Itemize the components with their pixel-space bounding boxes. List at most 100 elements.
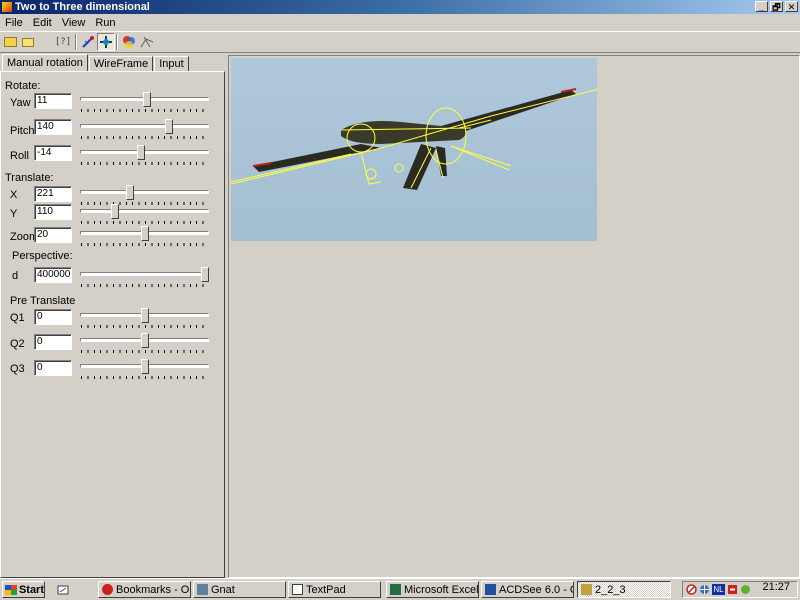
title-bar: Two to Three dimensional _ 🗗 ✕: [0, 0, 800, 14]
slider-thumb[interactable]: [141, 226, 149, 241]
x-input[interactable]: 221: [34, 186, 72, 202]
yaw-label: Yaw: [10, 97, 31, 109]
restore-button[interactable]: 🗗: [770, 1, 783, 12]
task-label: Bookmarks - Opera: [116, 583, 190, 596]
opera-icon: [102, 584, 113, 595]
q1-slider[interactable]: [80, 308, 209, 331]
slider-thumb[interactable]: [126, 185, 134, 200]
clock: 21:27: [762, 581, 790, 593]
yaw-slider[interactable]: [80, 92, 209, 115]
taskbar-item-textpad[interactable]: TextPad: [288, 581, 381, 598]
taskbar-item-gnat[interactable]: Gnat: [193, 581, 286, 598]
taskbar-item-active-app[interactable]: 2_2_3: [577, 581, 671, 598]
menu-view[interactable]: View: [57, 14, 91, 31]
zoom-input[interactable]: 20: [34, 227, 72, 243]
pitch-label: Pitch: [10, 125, 35, 137]
task-label: Microsoft Excel - ...: [404, 583, 479, 596]
language-indicator[interactable]: NL: [712, 584, 725, 595]
q1-label: Q1: [10, 312, 25, 324]
start-label: Start: [18, 583, 44, 596]
x-label: X: [10, 189, 18, 201]
bracket-icon: [?]: [54, 37, 72, 47]
task-label: TextPad: [306, 583, 346, 596]
perspective-section-label: Perspective:: [12, 250, 73, 262]
tab-manual-rotation[interactable]: Manual rotation: [2, 54, 88, 71]
close-button[interactable]: ✕: [785, 1, 798, 12]
folder-icon: [22, 37, 34, 47]
task-label: 2_2_3: [595, 583, 626, 596]
open-folder-icon: [3, 37, 17, 47]
q2-slider[interactable]: [80, 333, 209, 356]
slider-thumb[interactable]: [141, 308, 149, 323]
tab-input[interactable]: Input: [154, 56, 189, 71]
y-slider[interactable]: [80, 204, 209, 227]
tab-wireframe[interactable]: WireFrame: [88, 56, 154, 71]
toolbar-separator: [75, 34, 77, 50]
color-palette-icon: [123, 36, 135, 49]
antivirus-icon[interactable]: [727, 584, 738, 595]
manual-rotation-panel: Rotate: Yaw 11 Pitch 140 Roll -14 Transl…: [0, 71, 225, 578]
blank-button[interactable]: [37, 33, 55, 51]
translate-section-label: Translate:: [5, 172, 54, 184]
y-input[interactable]: 110: [34, 204, 72, 220]
d-input[interactable]: 400000: [34, 267, 72, 283]
rotate-tool-icon: [82, 36, 94, 48]
render-viewport[interactable]: [228, 55, 800, 578]
start-button[interactable]: Start: [2, 581, 45, 598]
move-tool-button[interactable]: [97, 33, 115, 51]
slider-thumb[interactable]: [201, 267, 209, 282]
rotate-section-label: Rotate:: [5, 80, 41, 92]
taskbar: Start Bookmarks - Opera Gnat TextPad Mic…: [0, 578, 800, 600]
help-button[interactable]: [?]: [54, 33, 72, 51]
pitch-input[interactable]: 140: [34, 119, 72, 135]
pitch-slider[interactable]: [80, 119, 209, 142]
open-button[interactable]: [1, 33, 19, 51]
color-button[interactable]: [120, 33, 138, 51]
q1-input[interactable]: 0: [34, 309, 72, 325]
taskbar-item-excel[interactable]: Microsoft Excel - ...: [386, 581, 479, 598]
minimize-button[interactable]: _: [755, 1, 768, 12]
slider-thumb[interactable]: [137, 145, 145, 160]
show-desktop-button[interactable]: [52, 581, 74, 598]
taskbar-item-acdsee[interactable]: ACDSee 6.0 - Gn...: [481, 581, 574, 598]
y-label: Y: [10, 208, 18, 220]
menu-run[interactable]: Run: [90, 14, 120, 31]
roll-slider[interactable]: [80, 145, 209, 168]
zoom-slider[interactable]: [80, 226, 209, 249]
wireframe-icon: [140, 36, 154, 48]
no-sign-icon[interactable]: [686, 584, 697, 595]
chat-icon[interactable]: [740, 584, 751, 595]
window-title: Two to Three dimensional: [15, 1, 150, 13]
network-icon[interactable]: [699, 584, 710, 595]
menu-edit[interactable]: Edit: [28, 14, 57, 31]
task-label: Gnat: [211, 583, 235, 596]
excel-icon: [390, 584, 401, 595]
acdsee-icon: [485, 584, 496, 595]
aircraft-image: [231, 58, 597, 241]
roll-input[interactable]: -14: [34, 145, 72, 161]
slider-thumb[interactable]: [141, 333, 149, 348]
rotate-tool-button[interactable]: [79, 33, 97, 51]
gnat-icon: [197, 584, 208, 595]
pretranslate-section-label: Pre Translate: [10, 295, 76, 307]
menu-file[interactable]: File: [0, 14, 28, 31]
slider-thumb[interactable]: [141, 359, 149, 374]
q3-input[interactable]: 0: [34, 360, 72, 376]
wireframe-button[interactable]: [138, 33, 156, 51]
yaw-input[interactable]: 11: [34, 93, 72, 109]
blank-icon: [40, 36, 52, 48]
d-label: d: [12, 270, 19, 282]
slider-thumb[interactable]: [111, 204, 119, 219]
q2-label: Q2: [10, 338, 25, 350]
desktop-icon: [57, 585, 69, 594]
q2-input[interactable]: 0: [34, 334, 72, 350]
app-icon: [581, 584, 592, 595]
slider-thumb[interactable]: [165, 119, 173, 134]
taskbar-item-opera[interactable]: Bookmarks - Opera: [98, 581, 191, 598]
q3-label: Q3: [10, 363, 25, 375]
slider-thumb[interactable]: [143, 92, 151, 107]
roll-label: Roll: [10, 150, 29, 162]
d-slider[interactable]: [80, 267, 209, 290]
open-image-button[interactable]: [19, 33, 37, 51]
q3-slider[interactable]: [80, 359, 209, 382]
